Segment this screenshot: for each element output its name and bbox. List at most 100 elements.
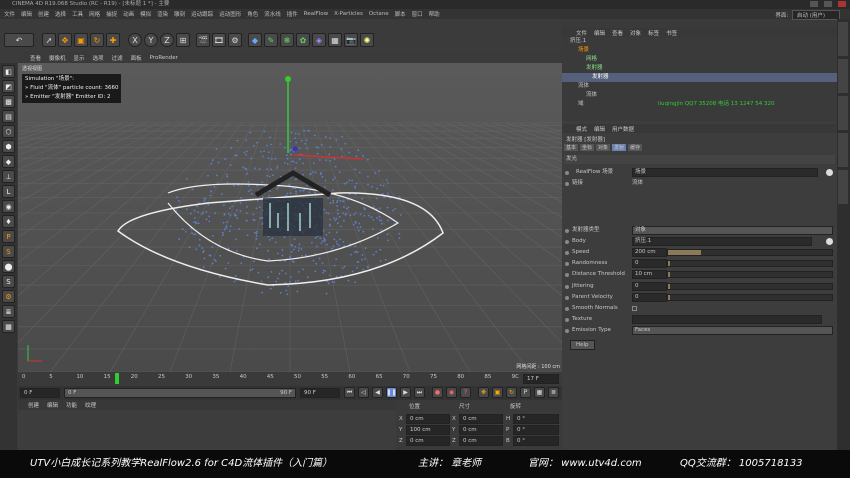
key-param-icon[interactable]: P (520, 387, 531, 398)
param-slider[interactable] (667, 282, 833, 290)
param-value-field[interactable]: 0 (632, 259, 667, 269)
y-axis-tip[interactable] (285, 76, 291, 82)
x-axis-icon[interactable]: X (128, 33, 142, 47)
tab-coord[interactable]: 坐标 (580, 144, 595, 151)
realflow-icon[interactable]: ⚙ (2, 290, 15, 303)
link-target-icon[interactable] (826, 169, 833, 176)
snap-icon[interactable]: ◉ (2, 200, 15, 213)
autokey-icon[interactable]: ◉ (446, 387, 457, 398)
key-rotate-icon[interactable]: ↻ (506, 387, 517, 398)
menu-window[interactable]: 窗口 (412, 10, 423, 18)
vp-menu-view[interactable]: 查看 (30, 54, 41, 62)
sidebar-tab-structure[interactable] (838, 96, 848, 130)
sidebar-tab-content[interactable] (838, 59, 848, 93)
menu-animate[interactable]: 动画 (123, 10, 134, 18)
pen-icon[interactable]: ✎ (264, 33, 278, 47)
menu-render[interactable]: 渲染 (157, 10, 168, 18)
undo-icon[interactable]: ↶ (4, 33, 34, 47)
prev-frame-icon[interactable]: ◀ (372, 387, 383, 398)
menu-snap[interactable]: 捕捉 (106, 10, 117, 18)
layer-icon[interactable]: ≣ (2, 305, 15, 318)
help-button[interactable]: Help (570, 340, 595, 350)
menu-pipeline[interactable]: 流水线 (264, 10, 281, 18)
param-slider[interactable] (667, 260, 833, 268)
om-menu-bookmarks[interactable]: 书签 (666, 29, 677, 37)
cube-icon[interactable]: ◆ (248, 33, 262, 47)
param-value-field[interactable]: 200 cm (632, 248, 667, 257)
menu-help[interactable]: 帮助 (429, 10, 440, 18)
menu-octane[interactable]: Octane (369, 11, 389, 17)
make-editable-icon[interactable]: ◧ (2, 65, 15, 78)
om-menu-file[interactable]: 文件 (576, 29, 587, 37)
render-picture-viewer-icon[interactable]: 🎞 (212, 33, 226, 47)
rotate-icon[interactable]: ↻ (90, 33, 104, 47)
octane-icon[interactable]: ⬤ (2, 260, 15, 273)
position-z-field[interactable]: 0 cm (406, 436, 450, 446)
vp-menu-camera[interactable]: 摄像机 (49, 54, 66, 62)
goto-end-icon[interactable]: ⏭ (414, 387, 425, 398)
menu-simulate[interactable]: 模拟 (140, 10, 151, 18)
polygons-mode-icon[interactable]: ◆ (2, 155, 15, 168)
next-frame-icon[interactable]: ▶ (400, 387, 411, 398)
body-field[interactable]: 挤压.1 (632, 237, 812, 246)
scale-icon[interactable]: ▣ (74, 33, 88, 47)
z-axis-handle[interactable] (292, 146, 298, 152)
workplane-icon[interactable]: ▤ (2, 110, 15, 123)
close-button[interactable] (838, 1, 846, 7)
menu-edit[interactable]: 编辑 (21, 10, 32, 18)
axis-mode-icon[interactable]: ⊥ (2, 170, 15, 183)
am-menu-mode[interactable]: 模式 (576, 125, 587, 133)
keyframe-icon[interactable]: ? (460, 387, 471, 398)
scene-icon[interactable]: ▦ (328, 33, 342, 47)
add-icon[interactable]: ✚ (106, 33, 120, 47)
vp-menu-filter[interactable]: 过滤 (112, 54, 123, 62)
x-particles-icon[interactable]: S (2, 245, 15, 258)
om-menu-objects[interactable]: 对象 (630, 29, 641, 37)
camera-icon[interactable]: 📷 (344, 33, 358, 47)
lock-icon[interactable]: ♦ (2, 215, 15, 228)
tab-basic[interactable]: 基本 (564, 144, 579, 151)
coordinate-system-icon[interactable]: ⊞ (176, 33, 190, 47)
param-value-field[interactable]: 10 cm (632, 270, 667, 280)
size-x-field[interactable]: 0 cm (459, 414, 503, 424)
layout-dropdown[interactable]: 启动 (用户) (791, 10, 840, 20)
render-view-icon[interactable]: 🎬 (196, 33, 210, 47)
emission-type-dropdown[interactable]: Faces (632, 326, 833, 335)
realflow-scene-field[interactable]: 场景 (632, 168, 818, 177)
mat-menu-texture[interactable]: 纹理 (85, 401, 96, 409)
pause-icon[interactable]: ❚❚ (386, 387, 397, 398)
sidebar-tab-attributes[interactable] (838, 170, 848, 204)
menu-plugins[interactable]: 插件 (287, 10, 298, 18)
key-pla-icon[interactable]: ▦ (534, 387, 545, 398)
om-menu-tags[interactable]: 标签 (648, 29, 659, 37)
y-axis-icon[interactable]: Y (144, 33, 158, 47)
deformer-icon[interactable]: ◈ (312, 33, 326, 47)
param-slider[interactable] (667, 249, 833, 256)
points-mode-icon[interactable]: ⬡ (2, 125, 15, 138)
position-y-field[interactable]: 100 cm (406, 425, 450, 435)
prev-key-icon[interactable]: ◁ (358, 387, 369, 398)
subdivision-icon[interactable]: ❋ (280, 33, 294, 47)
rotation-p-field[interactable]: 0 ° (513, 425, 559, 435)
vp-menu-options[interactable]: 选项 (93, 54, 104, 62)
object-item-selected[interactable]: 发射器 (562, 73, 837, 82)
texture-field[interactable] (632, 315, 822, 324)
am-menu-userdata[interactable]: 用户数据 (612, 125, 634, 133)
select-arrow-icon[interactable]: ➚ (42, 33, 56, 47)
key-move-icon[interactable]: ✥ (478, 387, 489, 398)
vp-menu-prorender[interactable]: ProRender (150, 55, 178, 61)
object-item[interactable]: 发射器 (562, 64, 837, 73)
grid-icon[interactable]: ▦ (2, 320, 15, 333)
vp-menu-display[interactable]: 显示 (74, 54, 85, 62)
script-icon[interactable]: S (2, 275, 15, 288)
om-menu-view[interactable]: 查看 (612, 29, 623, 37)
menu-script[interactable]: 脚本 (395, 10, 406, 18)
tweak-mode-icon[interactable]: L (2, 185, 15, 198)
tab-cache[interactable]: 缓存 (628, 144, 643, 151)
timeline-ruler[interactable]: 0 5 10 15 20 25 30 35 40 45 50 55 60 65 70 75 80 85 9C 17 … (18, 372, 562, 386)
tab-object[interactable]: 对象 (596, 144, 611, 151)
menu-mesh[interactable]: 网格 (89, 10, 100, 18)
range-slider[interactable]: 0 F 90 F (64, 388, 296, 398)
param-slider[interactable] (667, 271, 833, 279)
perspective-viewport[interactable]: 透视视图 Simulation "场景": » Fluid "流体" parti… (18, 63, 562, 372)
